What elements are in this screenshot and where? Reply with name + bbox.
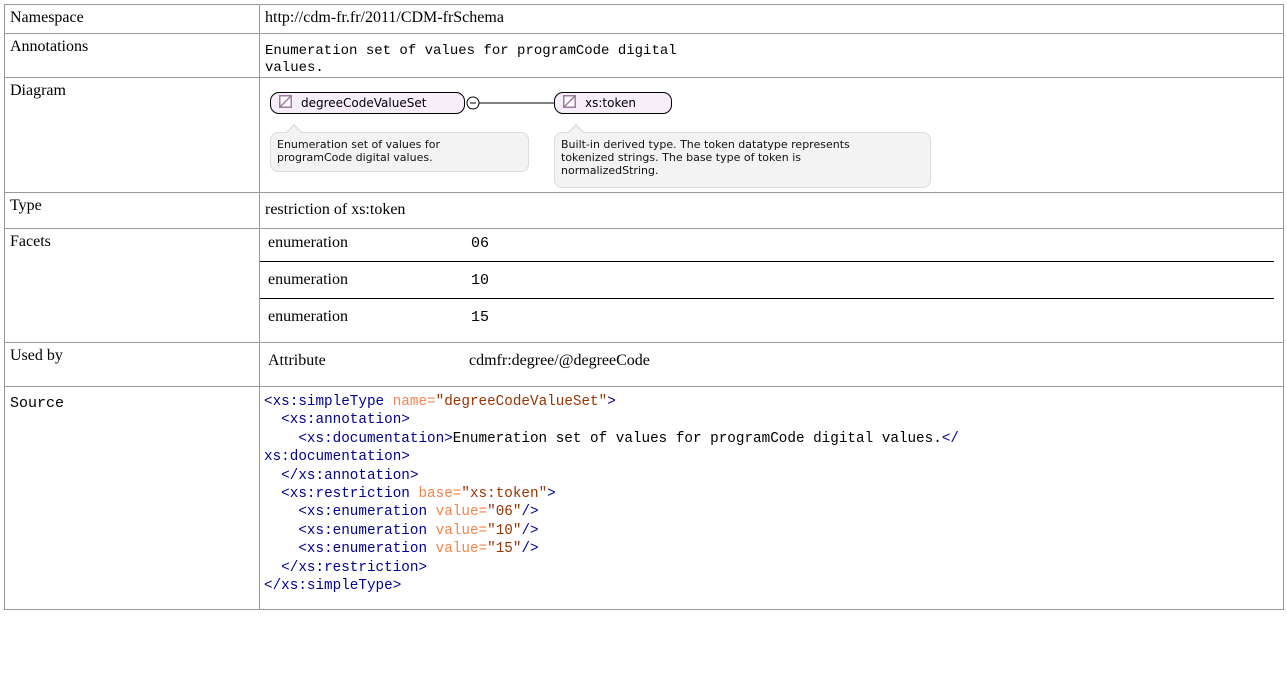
used-by-label: Used by bbox=[4, 342, 260, 387]
source-token: <xs:simpleType bbox=[264, 394, 385, 410]
diagram-row: Diagram degreeCodeValueSet xs:token Enum… bbox=[4, 77, 1284, 193]
source-cell: <xs:simpleType name="degreeCodeValueSet"… bbox=[259, 386, 1284, 610]
schema-doc-table: Namespace http://cdm-fr.fr/2011/CDM-frSc… bbox=[4, 4, 1284, 610]
simple-type-node-label: degreeCodeValueSet bbox=[301, 96, 427, 110]
source-token: > bbox=[547, 486, 556, 503]
facet-row: enumeration 15 bbox=[260, 298, 1274, 335]
facet-name: enumeration bbox=[260, 261, 471, 299]
source-token: name= bbox=[392, 394, 436, 410]
source-token: </xs:simpleType> bbox=[264, 578, 402, 595]
facet-value: 10 bbox=[471, 261, 1274, 299]
facet-row: enumeration 10 bbox=[260, 261, 1274, 299]
source-token: "06" bbox=[487, 504, 522, 521]
source-token: value= bbox=[435, 522, 488, 539]
namespace-value: http://cdm-fr.fr/2011/CDM-frSchema bbox=[259, 4, 1284, 34]
source-code: <xs:simpleType name="degreeCodeValueSet"… bbox=[264, 393, 1283, 595]
source-token: </xs:annotation> bbox=[281, 467, 419, 484]
note2-line-2: tokenized strings. The base type of toke… bbox=[561, 151, 802, 164]
diagram-label: Diagram bbox=[4, 77, 260, 193]
source-token: </ bbox=[941, 430, 959, 447]
facet-row: enumeration 06 bbox=[260, 225, 1274, 262]
source-token: value= bbox=[435, 504, 488, 521]
source-token: <xs:enumeration bbox=[298, 522, 428, 539]
facets-table: enumeration 06 enumeration 10 enumeratio… bbox=[260, 225, 1274, 335]
base-type-node-label: xs:token bbox=[585, 96, 636, 110]
source-token: xs:documentation> bbox=[264, 449, 410, 466]
source-token: "xs:token" bbox=[461, 486, 548, 503]
facets-label: Facets bbox=[4, 228, 260, 343]
annotations-line-2: values. bbox=[265, 60, 324, 76]
used-by-kind: Attribute bbox=[268, 352, 326, 369]
derivation-connector bbox=[466, 96, 555, 110]
used-by-row: Used by Attribute cdmfr:degree/@degreeCo… bbox=[4, 342, 1284, 387]
facet-value: 15 bbox=[471, 298, 1274, 335]
namespace-label: Namespace bbox=[4, 4, 260, 34]
source-token: <xs:annotation> bbox=[281, 412, 410, 429]
note2-line-3: normalizedString. bbox=[561, 164, 659, 177]
facets-row: Facets enumeration 06 enumeration 10 enu… bbox=[4, 228, 1284, 343]
note2-line-1: Built-in derived type. The token datatyp… bbox=[561, 138, 850, 151]
base-type-icon bbox=[563, 95, 576, 111]
base-type-node[interactable]: xs:token bbox=[554, 92, 672, 114]
source-token: <xs:restriction bbox=[281, 486, 410, 503]
type-diagram: degreeCodeValueSet xs:token Enumeration … bbox=[265, 82, 965, 192]
annotations-value: Enumeration set of values for programCod… bbox=[259, 33, 1284, 78]
source-token: </xs:restriction> bbox=[281, 559, 428, 576]
namespace-row: Namespace http://cdm-fr.fr/2011/CDM-frSc… bbox=[4, 4, 1284, 34]
simple-type-icon bbox=[279, 95, 292, 111]
facet-name: enumeration bbox=[260, 298, 471, 335]
source-token: value= bbox=[435, 541, 488, 558]
source-token: > bbox=[607, 394, 616, 410]
facets-cell: enumeration 06 enumeration 10 enumeratio… bbox=[259, 228, 1284, 343]
source-token: base= bbox=[418, 486, 462, 503]
used-by-table: Attribute cdmfr:degree/@degreeCode bbox=[260, 343, 650, 379]
source-token: "degreeCodeValueSet" bbox=[435, 394, 608, 410]
used-by-link[interactable]: cdmfr:degree/@degreeCode bbox=[469, 343, 650, 379]
source-token: <xs:enumeration bbox=[298, 541, 428, 558]
type-label: Type bbox=[4, 192, 260, 229]
annotations-row: Annotations Enumeration set of values fo… bbox=[4, 33, 1284, 78]
source-token: "10" bbox=[487, 522, 522, 539]
source-token: /> bbox=[521, 522, 539, 539]
source-token: /> bbox=[521, 504, 539, 521]
note1-line-1: Enumeration set of values for bbox=[277, 138, 441, 151]
source-token: <xs:enumeration bbox=[298, 504, 428, 521]
simple-type-node[interactable]: degreeCodeValueSet bbox=[270, 92, 465, 114]
type-value: restriction of xs:token bbox=[259, 192, 1284, 229]
base-type-annotation-note: Built-in derived type. The token datatyp… bbox=[554, 124, 931, 188]
simple-type-annotation-note: Enumeration set of values for programCod… bbox=[270, 124, 529, 172]
source-token: Enumeration set of values for programCod… bbox=[452, 430, 942, 447]
used-by-entry: Attribute cdmfr:degree/@degreeCode bbox=[260, 343, 650, 379]
source-label: Source bbox=[4, 386, 260, 610]
used-by-cell: Attribute cdmfr:degree/@degreeCode bbox=[259, 342, 1284, 387]
source-token: /> bbox=[521, 541, 539, 558]
note1-line-2: programCode digital values. bbox=[277, 151, 433, 164]
source-row: Source <xs:simpleType name="degreeCodeVa… bbox=[4, 386, 1284, 610]
annotations-line-1: Enumeration set of values for programCod… bbox=[265, 43, 677, 59]
facet-name: enumeration bbox=[268, 234, 348, 251]
source-token: "15" bbox=[487, 541, 522, 558]
source-token: <xs:documentation> bbox=[298, 430, 453, 447]
diagram-cell: degreeCodeValueSet xs:token Enumeration … bbox=[259, 77, 1284, 193]
annotations-label: Annotations bbox=[4, 33, 260, 78]
facet-value: 06 bbox=[471, 234, 490, 252]
type-row: Type restriction of xs:token bbox=[4, 192, 1284, 229]
